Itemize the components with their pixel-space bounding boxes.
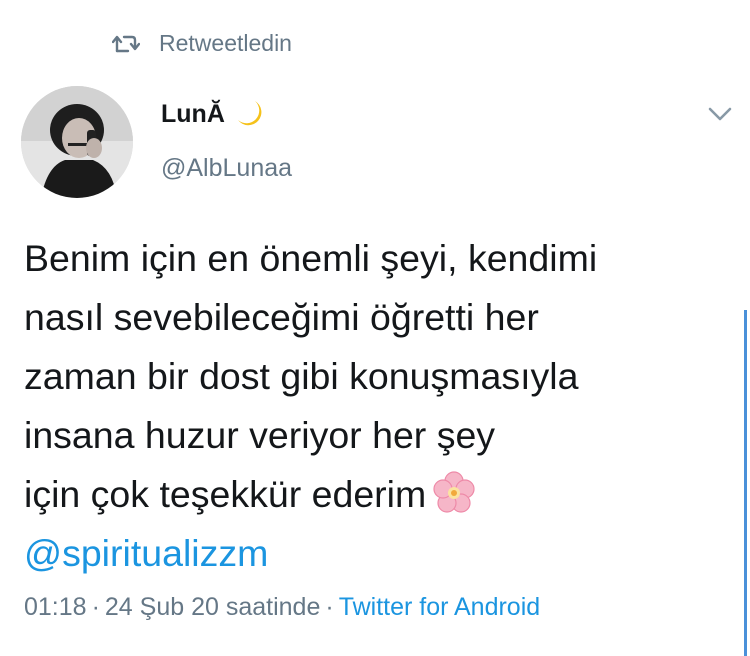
meta-separator: · [325, 593, 334, 621]
mention-link[interactable]: @spiritualizzm [24, 524, 739, 583]
crescent-moon-icon [235, 98, 267, 130]
tweet-line-text: için çok teşekkür ederim [24, 473, 427, 515]
tweet-line: Benim için en önemli şeyi, kendimi [24, 237, 598, 279]
tweet-date[interactable]: 24 Şub 20 saatinde [105, 593, 320, 621]
tweet-line: zaman bir dost gibi konuşmasıyla [24, 355, 579, 397]
display-name-row[interactable]: LunĂ [161, 98, 267, 130]
cherry-blossom-icon [432, 471, 476, 515]
chevron-down-icon[interactable] [707, 104, 733, 124]
scrollbar[interactable] [744, 310, 747, 656]
tweet-line-last: için çok teşekkür ederim [24, 465, 739, 524]
retweet-icon [112, 32, 140, 54]
user-handle[interactable]: @AlbLunaa [161, 154, 292, 183]
tweet-line: insana huzur veriyor her şey [24, 414, 496, 456]
tweet-time[interactable]: 01:18 [24, 593, 87, 621]
display-name[interactable]: LunĂ [161, 100, 225, 129]
retweet-label: Retweetledin [159, 29, 292, 56]
retweet-indicator: Retweetledin [112, 28, 292, 58]
tweet-source-link[interactable]: Twitter for Android [339, 593, 540, 621]
avatar[interactable] [21, 86, 133, 198]
meta-separator: · [91, 593, 100, 621]
tweet-line: nasıl sevebileceğimi öğretti her [24, 296, 539, 338]
tweet-meta: 01:18 · 24 Şub 20 saatinde · Twitter for And… [24, 593, 540, 622]
tweet-text: Benim için en önemli şeyi, kendimi nasıl… [24, 229, 739, 583]
